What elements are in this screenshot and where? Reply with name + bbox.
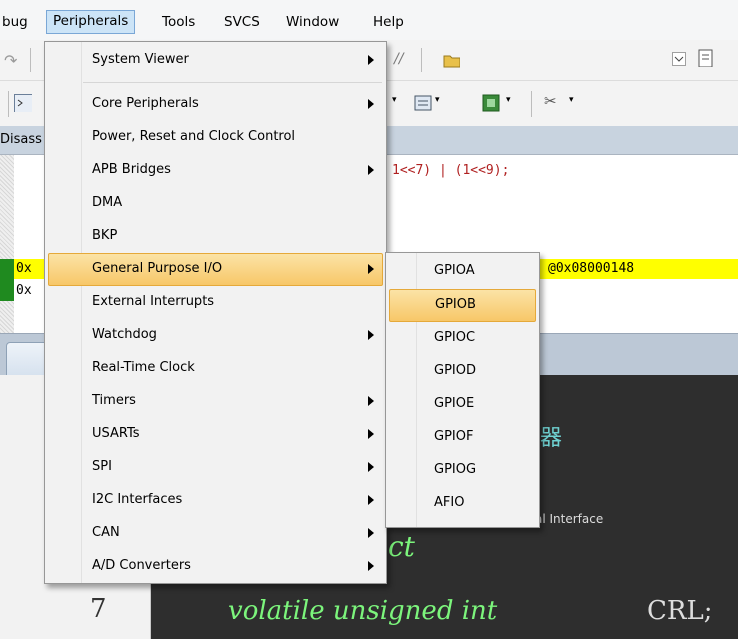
menu-item-watchdog[interactable]: Watchdog — [45, 320, 386, 351]
watch-window-icon[interactable] — [414, 94, 432, 112]
toolbar-separator — [421, 48, 422, 72]
menubar: bug Peripherals Tools SVCS Window Help — [0, 0, 738, 40]
menu-item-spi[interactable]: SPI — [45, 452, 386, 483]
submenu-arrow-icon — [368, 99, 374, 109]
menu-item-afio[interactable]: AFIO — [386, 488, 539, 519]
submenu-arrow-icon — [368, 429, 374, 439]
open-folder-icon[interactable] — [442, 50, 460, 68]
chevron-down-icon[interactable]: ▾ — [435, 95, 453, 113]
menu-window[interactable]: Window — [286, 11, 339, 33]
menu-peripherals[interactable]: Peripherals — [46, 10, 136, 34]
gpio-submenu: GPIOA GPIOB GPIOC GPIOD GPIOE GPIOF GPIO… — [385, 252, 540, 528]
editor-hidden-text: al Interface — [535, 512, 604, 526]
dropdown-icon[interactable] — [672, 52, 690, 70]
redo-icon[interactable]: ↷ — [4, 51, 22, 70]
submenu-arrow-icon — [368, 330, 374, 340]
menu-item-system-viewer[interactable]: System Viewer — [45, 45, 386, 76]
menu-item-timers[interactable]: Timers — [45, 386, 386, 417]
menu-tools[interactable]: Tools — [162, 11, 195, 33]
toolbar-separator — [30, 48, 31, 72]
disassembly-gutter — [0, 155, 14, 333]
line-number: 7 — [90, 594, 107, 624]
memory-window-icon[interactable] — [482, 94, 500, 112]
menu-item-external-interrupts[interactable]: External Interrupts — [45, 287, 386, 318]
peripherals-menu: System Viewer Core Peripherals Power, Re… — [44, 41, 387, 584]
submenu-arrow-icon — [368, 561, 374, 571]
submenu-arrow-icon — [368, 55, 374, 65]
menu-item-dma[interactable]: DMA — [45, 188, 386, 219]
toolbar-separator — [8, 91, 9, 117]
menu-item-bkp[interactable]: BKP — [45, 221, 386, 252]
disassembly-address: 0x — [16, 261, 32, 276]
document-icon[interactable] — [697, 49, 715, 67]
menu-item-usarts[interactable]: USARTs — [45, 419, 386, 450]
menu-item-ad-converters[interactable]: A/D Converters — [45, 551, 386, 582]
menu-item-gpiod[interactable]: GPIOD — [386, 356, 539, 387]
editor-code-partial: ct — [388, 530, 415, 563]
submenu-arrow-icon — [368, 462, 374, 472]
disassembly-tab-label[interactable]: Disass — [0, 132, 42, 147]
chevron-down-icon[interactable]: ▾ — [569, 95, 587, 113]
menu-debug[interactable]: bug — [2, 11, 28, 33]
editor-comment-glyph: 器 — [540, 426, 563, 451]
menu-item-apb-bridges[interactable]: APB Bridges — [45, 155, 386, 186]
menu-item-gpioa[interactable]: GPIOA — [386, 256, 539, 287]
menu-item-gpiog[interactable]: GPIOG — [386, 455, 539, 486]
menu-svcs[interactable]: SVCS — [224, 11, 260, 33]
menu-divider — [83, 82, 382, 83]
toolbar-separator — [531, 91, 532, 117]
menu-item-gpio[interactable]: General Purpose I/O — [48, 253, 383, 286]
menu-item-i2c-interfaces[interactable]: I2C Interfaces — [45, 485, 386, 516]
menu-item-can[interactable]: CAN — [45, 518, 386, 549]
submenu-arrow-icon — [368, 396, 374, 406]
submenu-arrow-icon — [368, 165, 374, 175]
chevron-down-icon[interactable]: ▾ — [392, 95, 410, 113]
menu-item-real-time-clock[interactable]: Real-Time Clock — [45, 353, 386, 384]
uncomment-icon[interactable]: // — [394, 51, 412, 69]
editor-code-field: CRL; — [647, 596, 713, 626]
command-window-icon[interactable] — [14, 94, 32, 112]
disassembly-address: 0x — [16, 283, 32, 298]
editor-text-area — [533, 385, 738, 515]
editor-code-keyword: volatile unsigned int — [228, 596, 498, 626]
disassembly-address-comment: @0x08000148 — [548, 261, 635, 276]
menu-item-gpioc[interactable]: GPIOC — [386, 323, 539, 354]
menu-item-power-reset-clock[interactable]: Power, Reset and Clock Control — [45, 122, 386, 153]
menu-item-gpiob[interactable]: GPIOB — [389, 289, 536, 322]
chevron-down-icon[interactable]: ▾ — [506, 95, 524, 113]
menu-item-gpiof[interactable]: GPIOF — [386, 422, 539, 453]
submenu-arrow-icon — [368, 495, 374, 505]
tools-icon[interactable]: ✂ — [544, 92, 562, 110]
menu-help[interactable]: Help — [373, 11, 404, 33]
disassembly-code-line: 1<<7) | (1<<9); — [392, 163, 510, 178]
submenu-arrow-icon — [368, 264, 374, 274]
menu-item-gpioe[interactable]: GPIOE — [386, 389, 539, 420]
submenu-arrow-icon — [368, 528, 374, 538]
current-line-marker — [0, 259, 14, 301]
menu-item-core-peripherals[interactable]: Core Peripherals — [45, 89, 386, 120]
